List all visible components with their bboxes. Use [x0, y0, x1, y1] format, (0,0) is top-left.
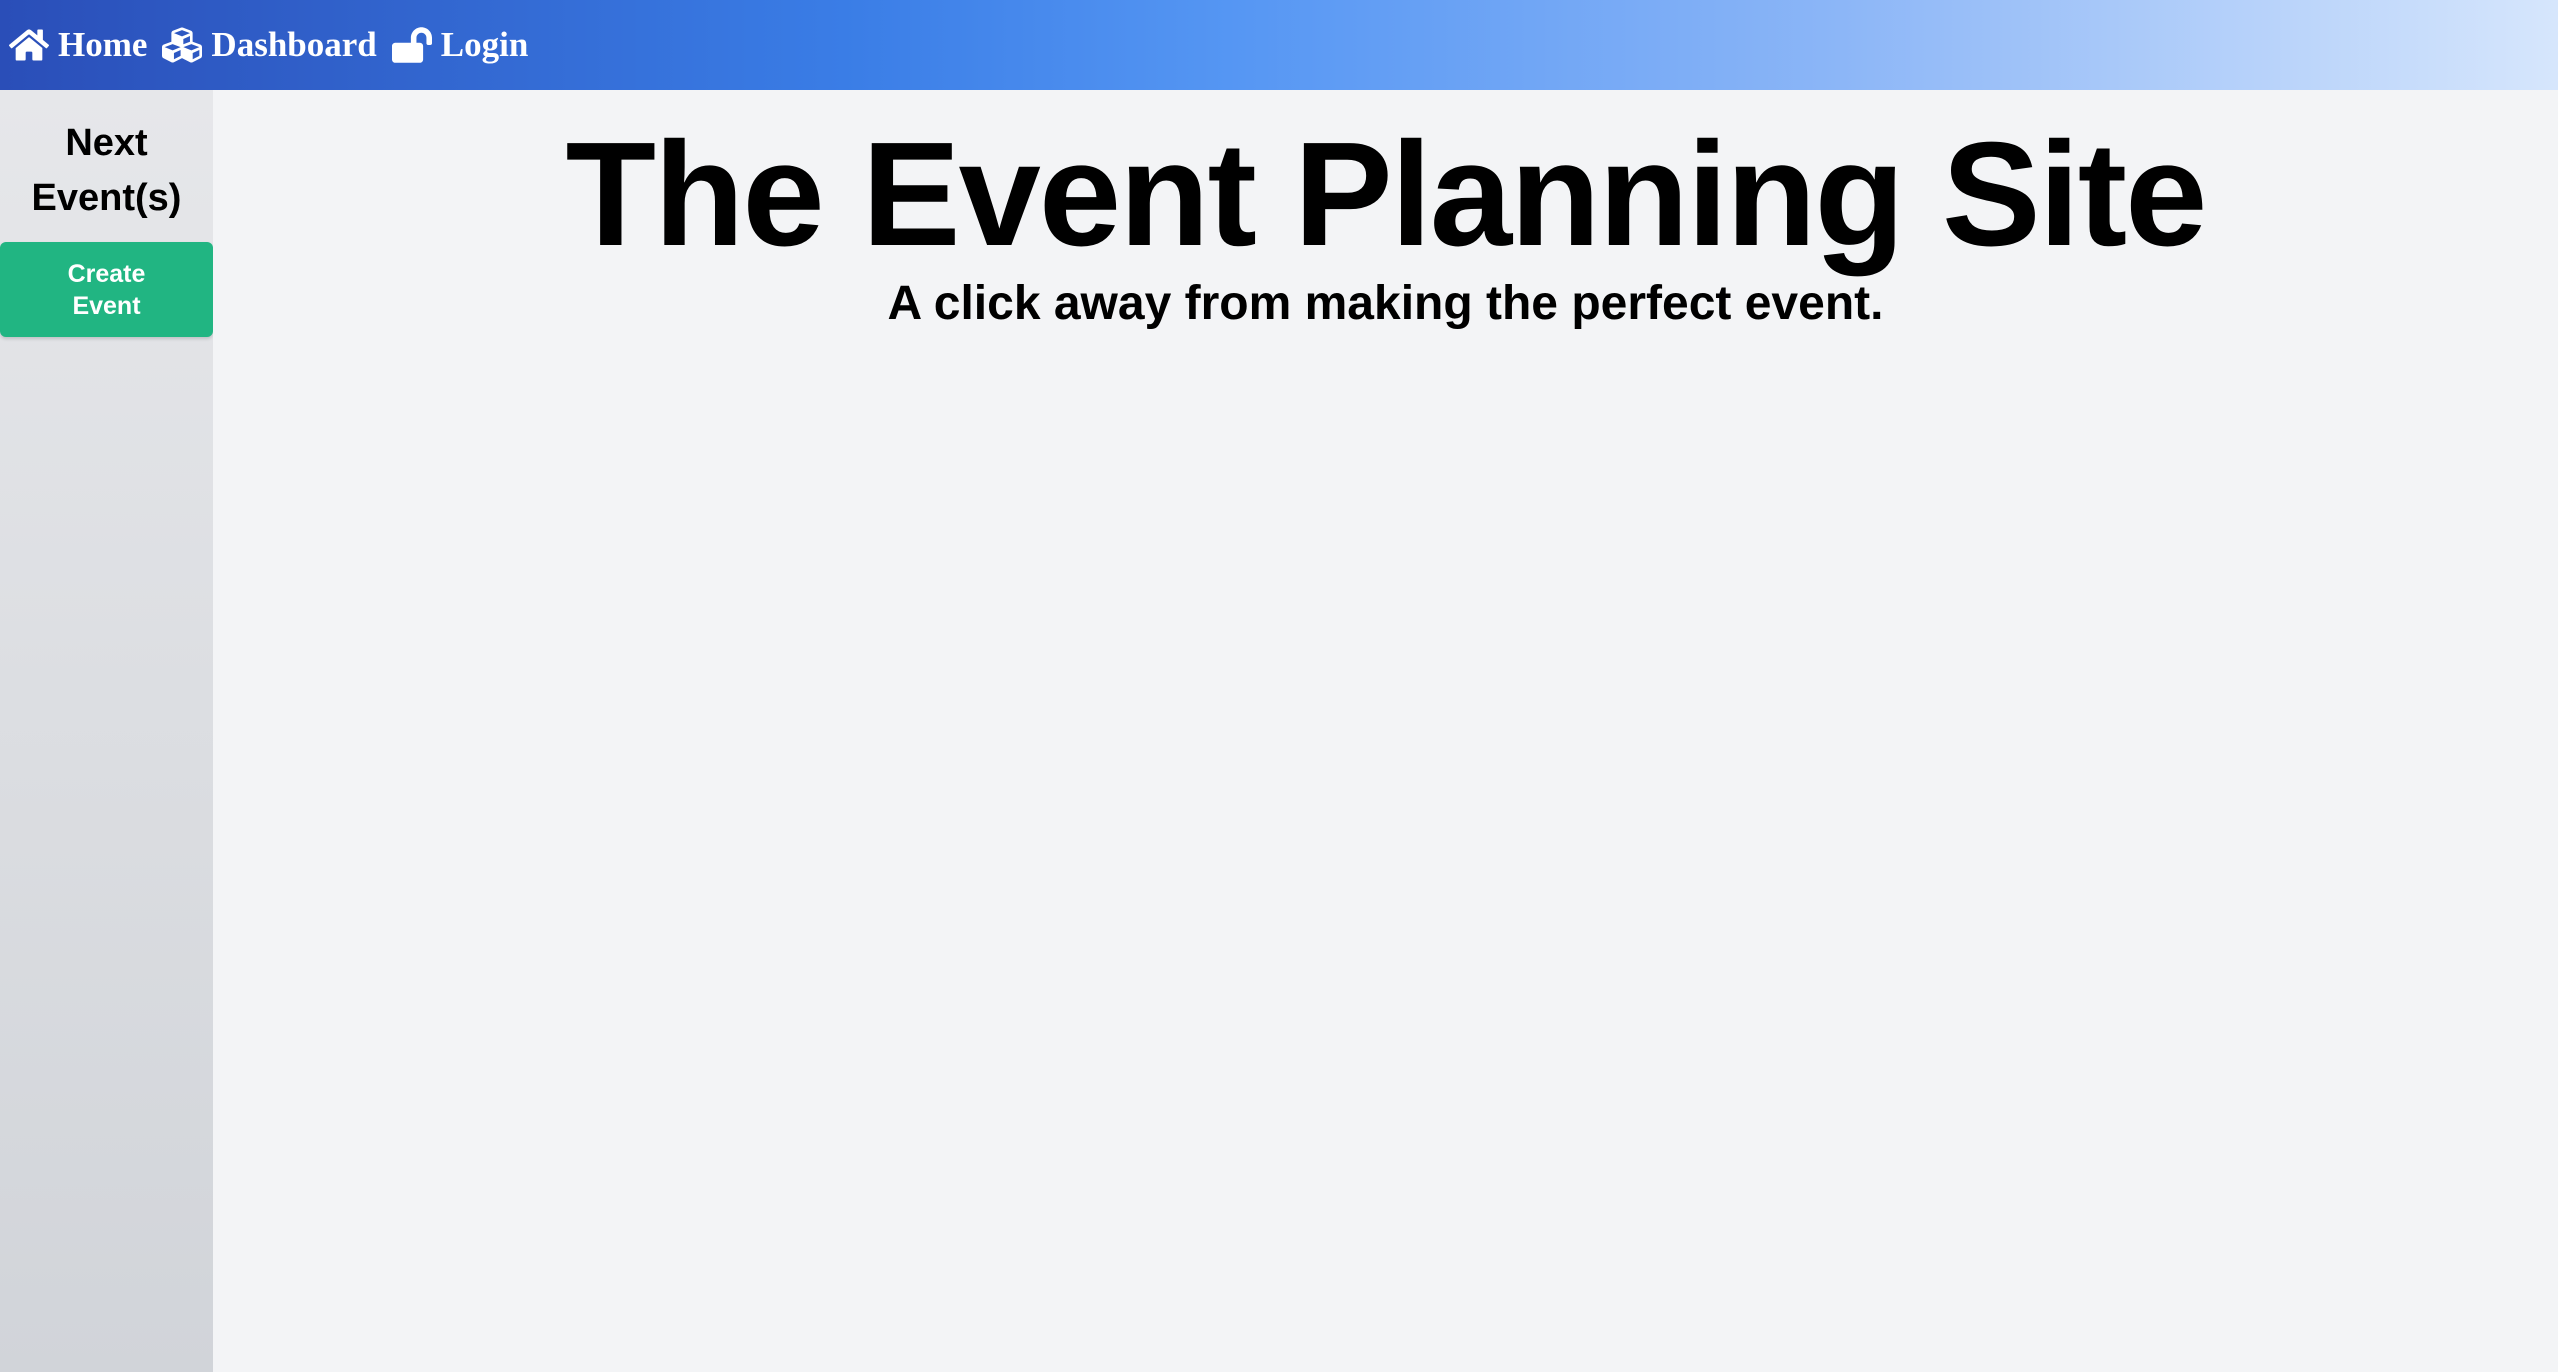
nav-home-label: Home [58, 25, 148, 64]
page-title: The Event Planning Site [565, 112, 2208, 277]
page-subtitle: A click away from making the perfect eve… [887, 277, 1884, 330]
nav-home-link[interactable]: Home [8, 24, 147, 66]
sidebar-title: Next Event(s) [31, 122, 182, 219]
main-content: The Event Planning Site A click away fro… [213, 90, 2558, 1372]
home-icon [8, 24, 50, 66]
nav-dashboard-link[interactable]: Dashboard [161, 24, 377, 66]
create-event-button[interactable]: Create Event [0, 242, 213, 337]
sidebar: Next Event(s) Create Event [0, 90, 213, 1372]
nav-dashboard-label: Dashboard [211, 25, 377, 64]
cubes-icon [161, 24, 203, 66]
unlock-icon [391, 24, 433, 66]
top-navbar: Home Dashboard Login [0, 0, 2558, 90]
nav-login-link[interactable]: Login [391, 24, 529, 66]
nav-login-label: Login [440, 25, 529, 64]
